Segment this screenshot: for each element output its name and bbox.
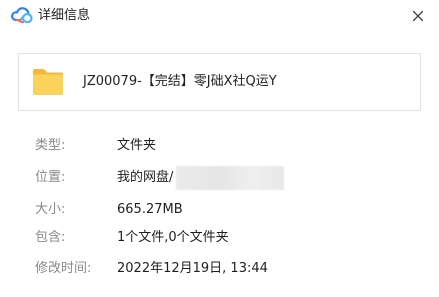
property-row-size: 大小: 665.27MB [0,200,439,220]
property-row-contents: 包含: 1个文件,0个文件夹 [0,228,439,248]
property-label: 修改时间: [35,261,92,276]
property-label: 大小: [35,202,66,217]
property-value[interactable]: 我的网盘/ [117,168,173,188]
property-row-type: 类型: 文件夹 [0,136,439,156]
properties-list: 类型: 文件夹 位置: 我的网盘/ 大小: 665.27MB 包含: 1个文件,… [0,0,439,297]
property-label: 位置: [35,170,66,185]
property-row-location: 位置: 我的网盘/ [0,166,439,190]
redacted-path [176,166,284,190]
property-label: 类型: [35,138,66,153]
property-value: 文件夹 [117,138,157,153]
property-value: 665.27MB [117,202,183,217]
property-value: 2022年12月19日, 13:44 [117,261,268,276]
property-label: 包含: [35,230,66,245]
details-dialog: 详细信息 JZ00079-【完结】零J础X社Q运Y 类型: 文件夹 位置: 我的… [0,0,439,297]
property-row-modified: 修改时间: 2022年12月19日, 13:44 [0,259,439,279]
property-value: 1个文件,0个文件夹 [117,230,229,245]
